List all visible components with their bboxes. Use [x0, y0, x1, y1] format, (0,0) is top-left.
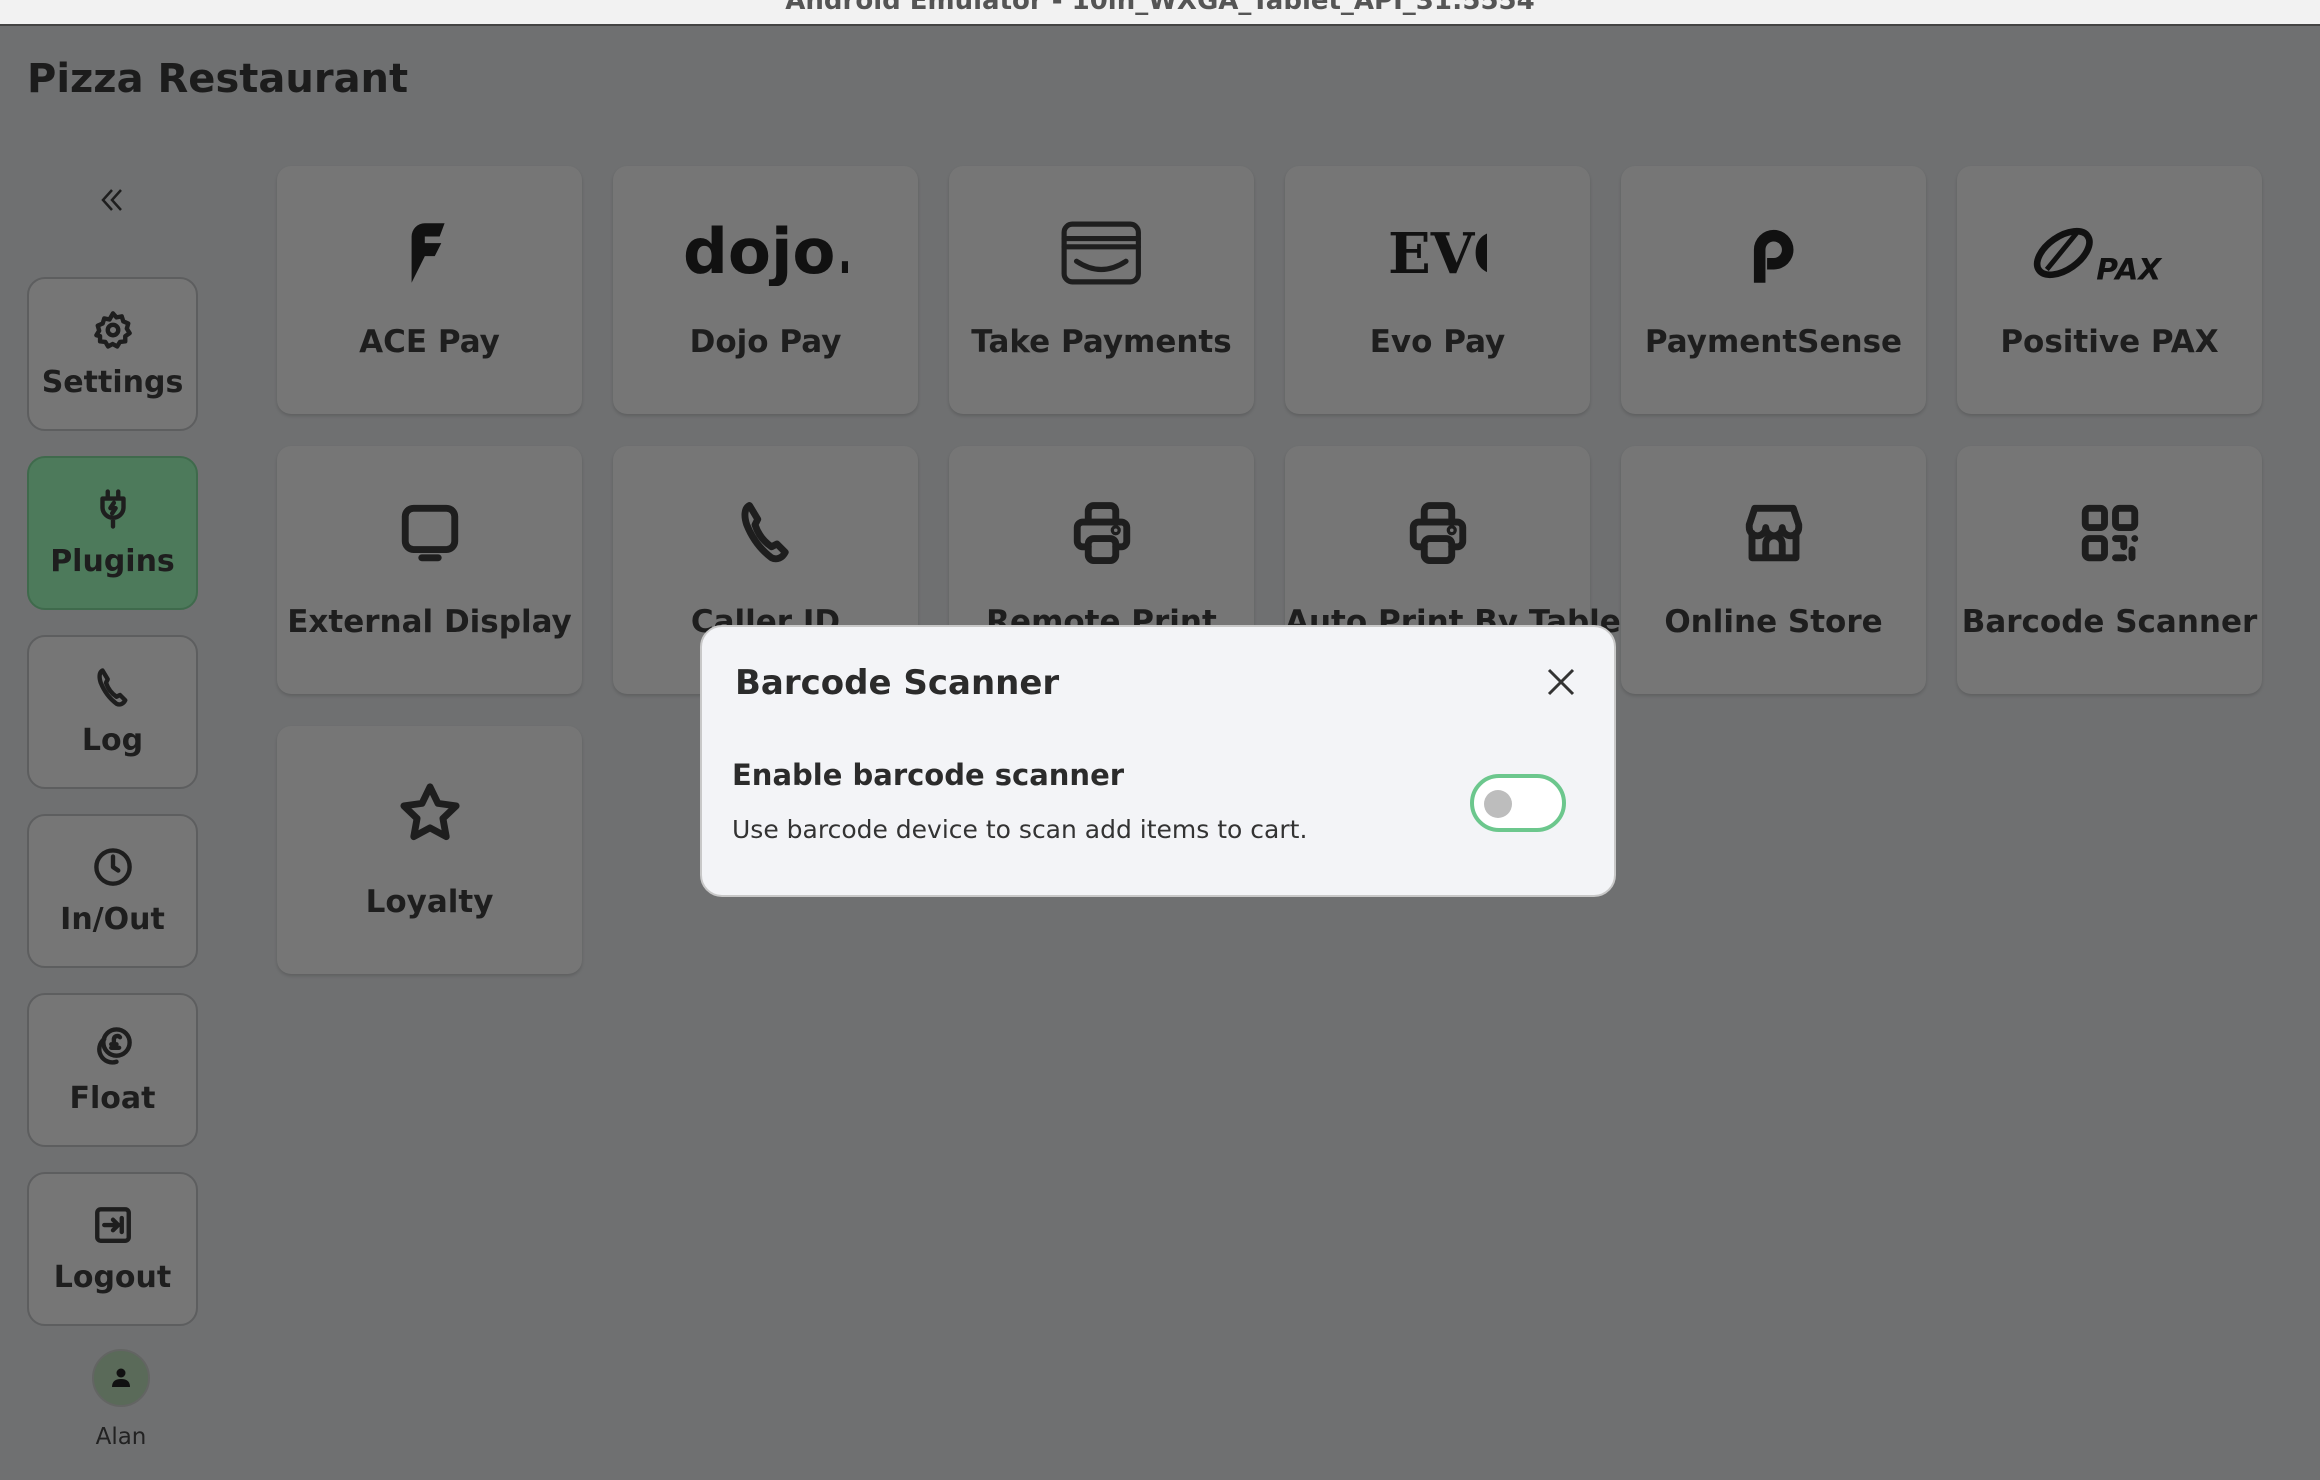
collapse-sidebar-icon[interactable]	[92, 180, 132, 220]
plugin-card-paymentsense[interactable]: PaymentSense	[1621, 166, 1926, 414]
plugin-card-take-payments[interactable]: Take Payments	[949, 166, 1254, 414]
plugin-label: Dojo Pay	[689, 324, 842, 360]
barcode-scanner-dialog: Barcode Scanner Enable barcode scanner U…	[700, 625, 1616, 897]
plugin-label: Evo Pay	[1369, 324, 1506, 360]
plugin-card-online-store[interactable]: Online Store	[1621, 446, 1926, 694]
sidebar-item-in-out[interactable]: In/Out	[27, 814, 198, 968]
plugin-label: Barcode Scanner	[1961, 604, 2258, 640]
plugin-card-evo-pay[interactable]: EVO Evo Pay	[1285, 166, 1590, 414]
svg-text:dojo.: dojo.	[683, 220, 848, 286]
window-title: Android Emulator - 10in_WXGA_Tablet_API_…	[785, 0, 1535, 16]
avatar[interactable]	[92, 1349, 150, 1407]
plugin-label: Take Payments	[971, 324, 1232, 360]
plugin-card-positive-pax[interactable]: PAX Positive PAX	[1957, 166, 2262, 414]
app-title: Pizza Restaurant	[27, 56, 409, 102]
clock-icon	[92, 846, 134, 888]
plug-icon	[92, 488, 134, 530]
close-icon[interactable]	[1544, 665, 1578, 699]
plugin-label: Online Store	[1664, 604, 1883, 640]
dojo-logo-icon: dojo.	[613, 218, 918, 288]
plugin-card-loyalty[interactable]: Loyalty	[277, 726, 582, 974]
enable-barcode-scanner-toggle[interactable]	[1470, 774, 1566, 832]
plugin-label: Positive PAX	[2000, 324, 2219, 360]
plugin-card-ace-pay[interactable]: ACE Pay	[277, 166, 582, 414]
sidebar-item-plugins[interactable]: Plugins	[27, 456, 198, 610]
sidebar-item-label: Log	[81, 722, 144, 758]
printer-icon	[1285, 498, 1590, 568]
gear-icon	[92, 309, 134, 351]
sidebar-item-label: Logout	[53, 1259, 172, 1295]
sidebar-item-float[interactable]: Float	[27, 993, 198, 1147]
plugin-card-external-display[interactable]: External Display	[277, 446, 582, 694]
printer-icon	[949, 498, 1254, 568]
store-icon	[1621, 498, 1926, 568]
window-titlebar: Android Emulator - 10in_WXGA_Tablet_API_…	[0, 0, 2320, 26]
plugin-card-barcode-scanner[interactable]: Barcode Scanner	[1957, 446, 2262, 694]
evo-logo-icon: EVO	[1285, 218, 1590, 288]
sidebar-item-label: Settings	[41, 364, 184, 400]
monitor-icon	[277, 498, 582, 568]
toggle-knob	[1484, 790, 1512, 818]
phone-icon	[613, 498, 918, 568]
svg-text:EVO: EVO	[1388, 221, 1487, 286]
qr-code-icon	[1957, 498, 2262, 568]
plugin-label: PaymentSense	[1644, 324, 1903, 360]
plugin-card-dojo-pay[interactable]: dojo. Dojo Pay	[613, 166, 918, 414]
sidebar-item-settings[interactable]: Settings	[27, 277, 198, 431]
dialog-title: Barcode Scanner	[735, 663, 1060, 703]
star-icon	[277, 778, 582, 848]
sidebar-item-label: Float	[69, 1080, 156, 1116]
setting-description: Use barcode device to scan add items to …	[732, 815, 1308, 844]
pax-logo-icon: PAX	[1957, 218, 2262, 288]
ace-pay-logo-icon	[277, 218, 582, 288]
paymentsense-logo-icon	[1621, 218, 1926, 288]
sidebar-item-log[interactable]: Log	[27, 635, 198, 789]
plugin-label: Loyalty	[365, 884, 494, 920]
plugin-label: ACE Pay	[359, 324, 500, 360]
user-name: Alan	[95, 1424, 147, 1450]
user-icon	[112, 1368, 130, 1387]
sidebar-item-logout[interactable]: Logout	[27, 1172, 198, 1326]
phone-icon	[92, 667, 134, 709]
coins-pound-icon	[92, 1025, 134, 1067]
card-reader-icon	[949, 218, 1254, 288]
sidebar-item-label: In/Out	[60, 901, 165, 937]
logout-icon	[92, 1204, 134, 1246]
sidebar-item-label: Plugins	[50, 543, 175, 579]
plugin-label: External Display	[287, 604, 572, 640]
setting-label: Enable barcode scanner	[732, 758, 1125, 792]
svg-text:PAX: PAX	[2096, 252, 2163, 286]
